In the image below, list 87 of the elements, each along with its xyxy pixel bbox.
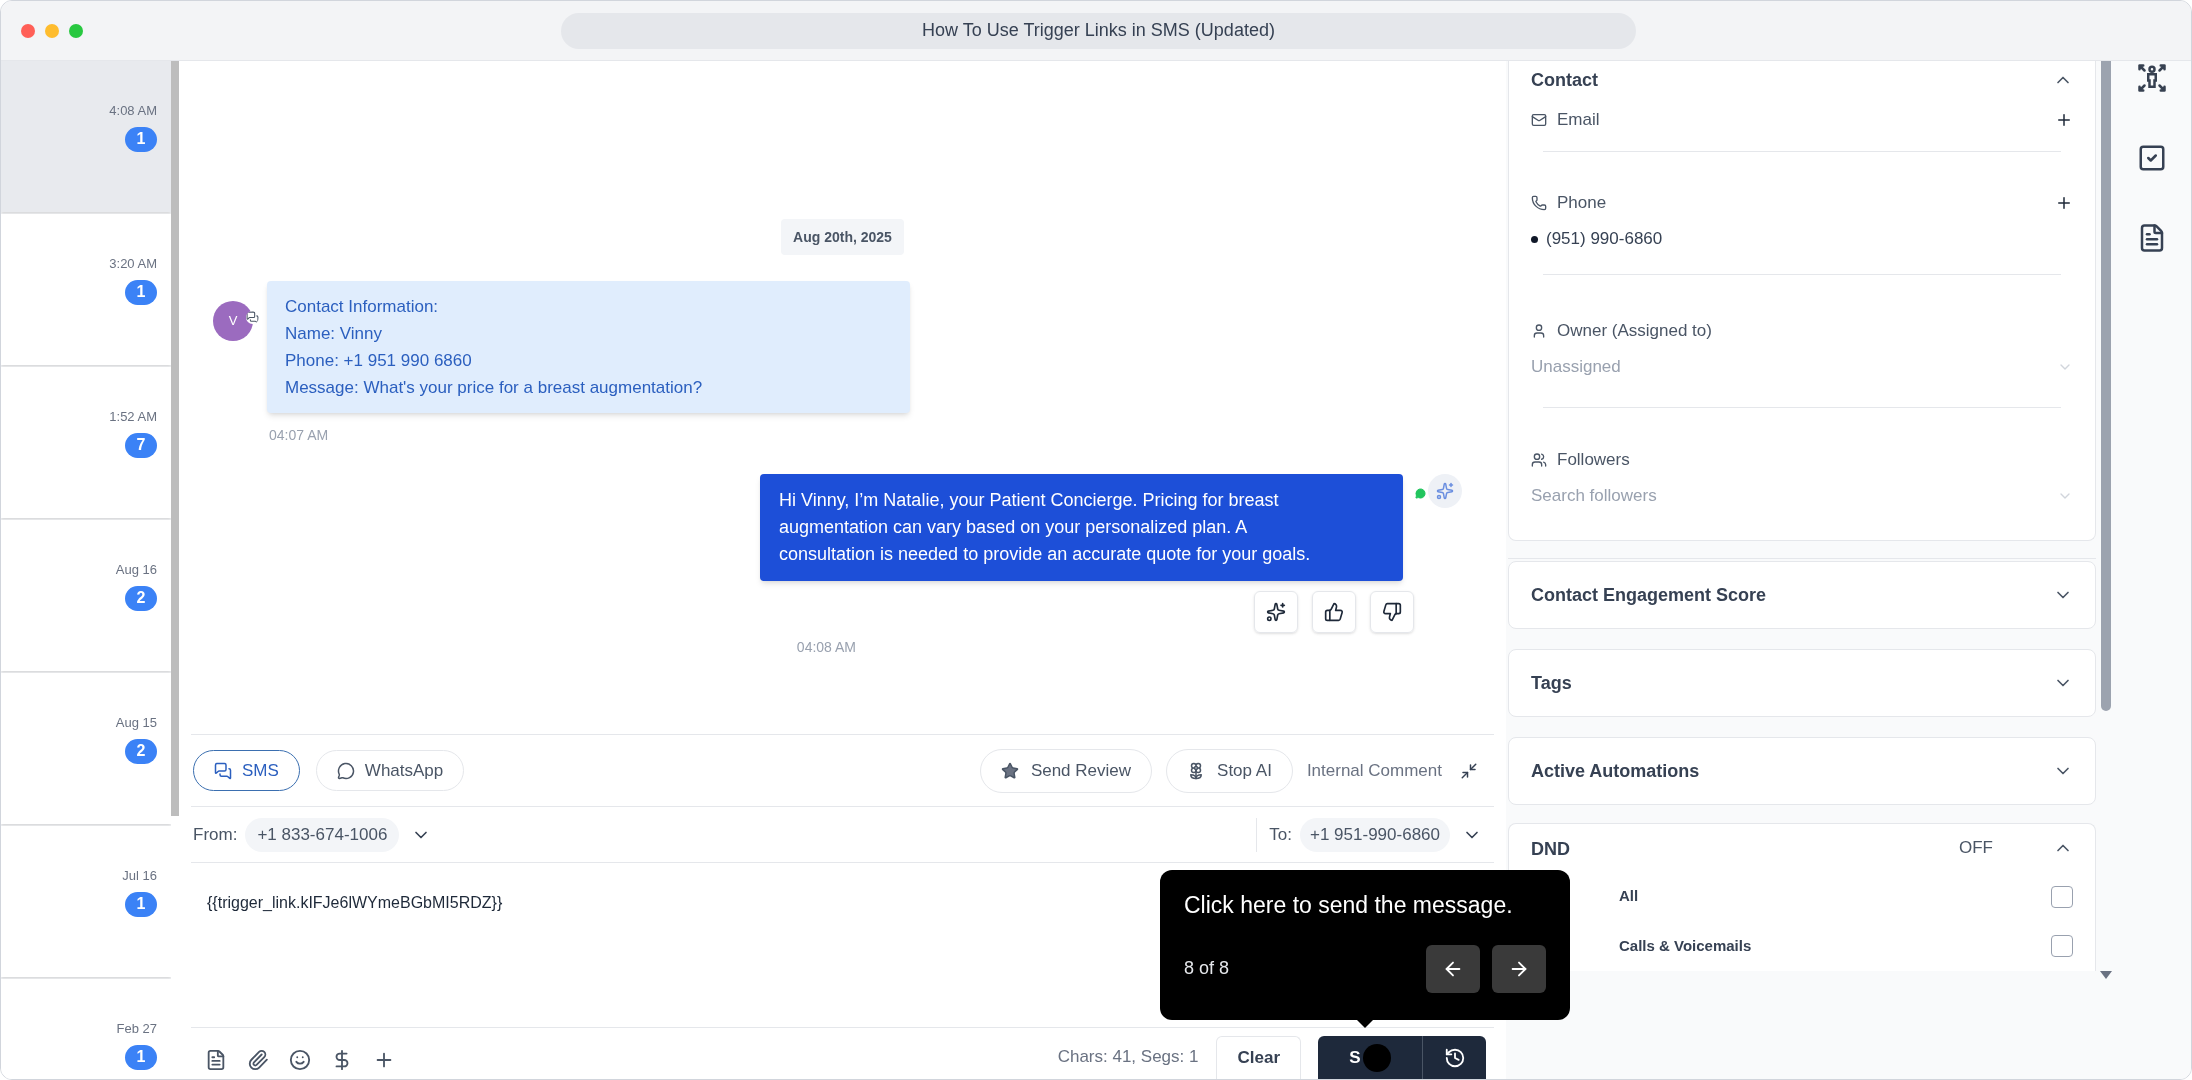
conversation-time: Feb 27	[116, 1020, 157, 1038]
conversation-item[interactable]: Aug 15 2	[1, 673, 171, 824]
thumbs-down-icon	[1382, 602, 1402, 622]
to-number[interactable]: +1 951-990-6860	[1300, 817, 1450, 852]
previous-button[interactable]	[1426, 944, 1480, 993]
section-title: Active Automations	[1531, 759, 1700, 783]
chat-icon	[1415, 488, 1426, 499]
phone-icon	[1531, 195, 1547, 211]
message-time: 04:07 AM	[269, 426, 330, 445]
to-label: To:	[1269, 823, 1292, 846]
collapsible-section[interactable]: Contact Engagement Score	[1508, 561, 2096, 629]
scrollbar[interactable]	[171, 61, 179, 816]
collapsible-section[interactable]: Tags	[1508, 649, 2096, 717]
schedule-button[interactable]	[1422, 1036, 1486, 1079]
unread-count: 2	[125, 738, 157, 764]
unread-count: 1	[125, 126, 157, 152]
person-scan-icon[interactable]	[2137, 63, 2167, 93]
incoming-message: Contact Information: Name: Vinny Phone: +1 951 990 6860 Message: What's your price for a breast augmentation?	[267, 281, 910, 413]
scrollbar[interactable]	[2101, 61, 2111, 711]
dnd-status: OFF	[1959, 837, 1993, 860]
checkbox[interactable]	[2051, 885, 2073, 908]
unread-count: 7	[125, 432, 157, 458]
clear-button[interactable]: Clear	[1216, 1036, 1301, 1079]
section-title: Contact	[1531, 68, 1598, 92]
dnd-option: All	[1531, 885, 1639, 908]
phone-number: (951) 990-6860	[1546, 228, 1663, 251]
character-counter: Chars: 41, Segs: 1	[1057, 1045, 1199, 1068]
from-label: From:	[193, 823, 238, 846]
mail-icon	[1531, 112, 1547, 128]
outgoing-message: Hi Vinny, I’m Natalie, your Patient Concierge. Pricing for breast augmentation can vary based on your personalized plan. A consultation is needed to provide an accurate quote for your goals.	[760, 474, 1403, 581]
ai-sparkle-button[interactable]	[1428, 474, 1462, 508]
conversation-item[interactable]: 4:08 AM 1	[1, 61, 171, 212]
dnd-option: Calls & Voicemails	[1531, 934, 1752, 958]
unread-count: 1	[125, 1044, 157, 1070]
add-icon[interactable]	[2055, 111, 2073, 129]
checkbox-icon[interactable]	[2137, 143, 2167, 173]
unread-count: 1	[125, 891, 157, 917]
send-button[interactable]: S	[1318, 1036, 1422, 1079]
conversation-time: Aug 16	[115, 561, 157, 579]
step-counter: 8 of 8	[1184, 957, 1230, 980]
conversation-time: Aug 15	[115, 714, 157, 732]
field-label: Phone	[1557, 192, 1607, 215]
clock-history-icon	[1443, 1046, 1466, 1069]
conversation-time: 1:52 AM	[109, 408, 157, 426]
thumbs-down-button[interactable]	[1370, 591, 1414, 633]
thumbs-up-button[interactable]	[1312, 591, 1356, 633]
checkbox[interactable]	[2051, 935, 2073, 958]
conversation-item[interactable]: 1:52 AM 7	[1, 367, 171, 518]
conversation-item[interactable]: 3:20 AM 1	[1, 214, 171, 365]
person-icon	[1531, 323, 1547, 339]
message-time: 04:08 AM	[796, 638, 856, 657]
internal-comment-link[interactable]: Internal Comment	[1306, 757, 1442, 784]
section-title: Tags	[1531, 671, 1572, 695]
conversation-item[interactable]: Feb 27 1	[1, 979, 171, 1079]
chat-icon	[214, 761, 232, 780]
people-icon	[1531, 452, 1547, 468]
collapse-icon[interactable]	[1460, 761, 1478, 780]
from-number[interactable]: +1 833-674-1006	[245, 817, 400, 852]
field-label: Owner (Assigned to)	[1557, 320, 1712, 343]
sparkle-icon	[1266, 602, 1286, 622]
avatar: V	[213, 301, 253, 341]
conversation-time: Jul 16	[122, 867, 157, 885]
conversation-item[interactable]: Aug 16 2	[1, 520, 171, 671]
field-label: Email	[1557, 109, 1600, 132]
unread-count: 1	[125, 279, 157, 305]
bullet-icon	[1531, 235, 1538, 243]
window-title: How To Use Trigger Links in SMS (Updated)	[561, 12, 1636, 49]
next-button[interactable]	[1492, 944, 1546, 993]
conversation-time: 3:20 AM	[109, 255, 157, 273]
sparkle-button[interactable]	[1254, 591, 1298, 633]
section-title: DND	[1531, 838, 1570, 862]
sparkle-icon	[1436, 482, 1454, 500]
send-review-button[interactable]: Send Review	[979, 748, 1153, 793]
conversation-time: 4:08 AM	[109, 102, 157, 120]
unread-count: 2	[125, 585, 157, 611]
attachment-icon[interactable]	[247, 1049, 269, 1071]
document-icon[interactable]	[205, 1049, 227, 1071]
star-icon	[1000, 761, 1019, 780]
conversation-item[interactable]: Jul 16 1	[1, 826, 171, 977]
emoji-icon[interactable]	[289, 1049, 311, 1071]
message-text: {{trigger_link.kIFJe6lWYmeBGbMI5RDZ}}	[207, 894, 503, 911]
section-title: Contact Engagement Score	[1531, 583, 1767, 607]
add-icon[interactable]	[2055, 194, 2073, 212]
speech-bubble-icon	[336, 761, 355, 780]
field-label: Followers	[1557, 449, 1630, 472]
collapsible-section[interactable]: Active Automations	[1508, 737, 2096, 805]
thumbs-up-icon	[1324, 602, 1344, 622]
